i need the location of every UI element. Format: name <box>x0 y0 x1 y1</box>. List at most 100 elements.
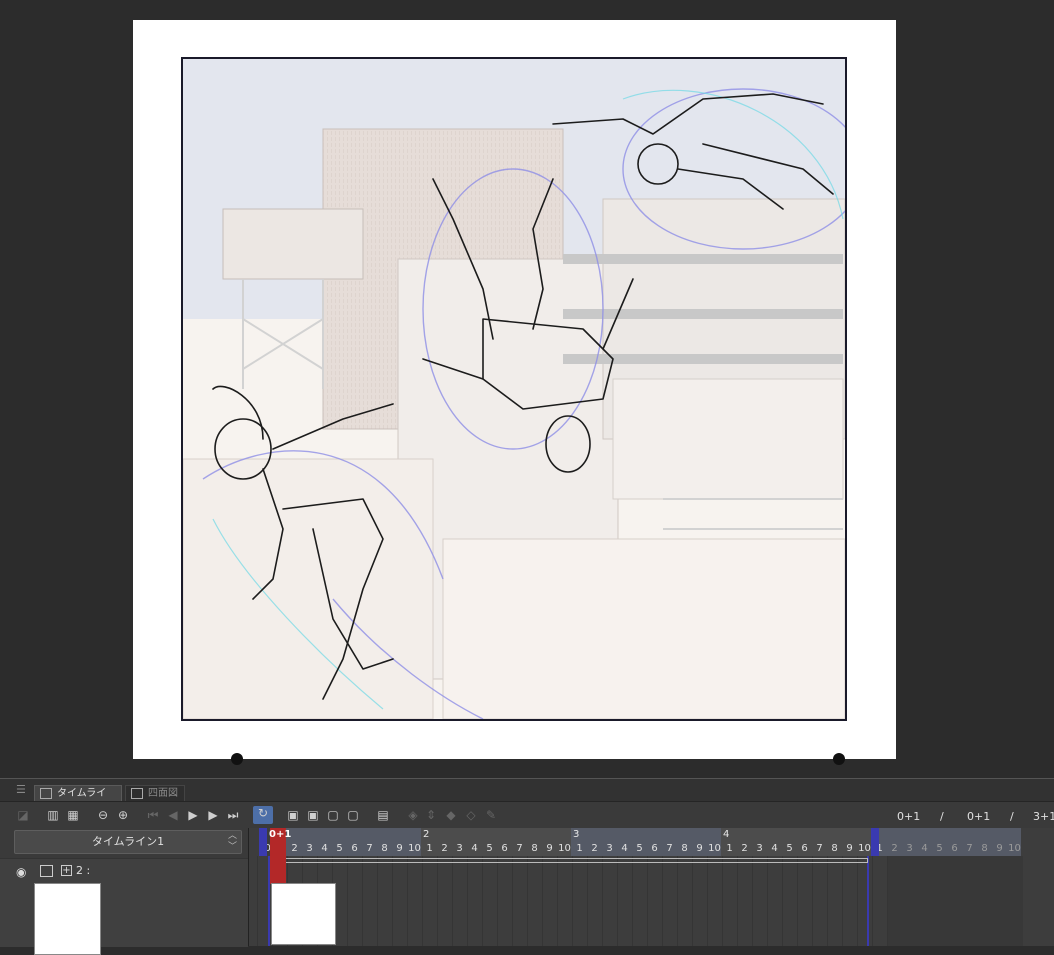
frame-number[interactable]: 9 <box>542 843 557 854</box>
frame-column[interactable] <box>467 856 483 946</box>
frame-number[interactable]: 6 <box>647 843 662 854</box>
frame-column[interactable] <box>677 856 693 946</box>
frame-number[interactable]: 4 <box>467 843 482 854</box>
eye-icon[interactable]: ◉ <box>16 865 26 879</box>
end-marker[interactable] <box>871 828 879 856</box>
frame-number[interactable]: 5 <box>332 843 347 854</box>
new-animation-folder-icon[interactable]: ▣ <box>286 808 300 822</box>
next-frame-icon[interactable]: ▶ <box>206 808 220 822</box>
frame-number[interactable]: 4 <box>617 843 632 854</box>
frame-number[interactable]: 1 <box>722 843 737 854</box>
frame-column[interactable] <box>827 856 843 946</box>
bleed-handle-left[interactable] <box>231 753 243 765</box>
timeline-settings-icon[interactable]: ▦ <box>66 808 80 822</box>
last-frame-icon[interactable]: ⏭ <box>226 808 240 822</box>
frame-column[interactable] <box>377 856 393 946</box>
frame-column[interactable] <box>497 856 513 946</box>
frame-number[interactable]: 4 <box>917 843 932 854</box>
zoom-in-icon[interactable]: ⊕ <box>116 808 130 822</box>
frame-number[interactable]: 3 <box>602 843 617 854</box>
frame-column[interactable] <box>452 856 468 946</box>
track-row[interactable]: ◉ + 2 : <box>0 858 248 955</box>
frame-column[interactable] <box>902 856 918 946</box>
frame-number[interactable]: 8 <box>977 843 992 854</box>
frame-number[interactable]: 8 <box>377 843 392 854</box>
keyframe-move-icon[interactable]: ⇕ <box>424 808 438 822</box>
frame-number[interactable]: 6 <box>497 843 512 854</box>
frame-column[interactable] <box>662 856 678 946</box>
frame-column[interactable] <box>1007 856 1023 946</box>
frame-number[interactable]: 4 <box>767 843 782 854</box>
panel-menu-icon[interactable]: ☰ <box>16 783 26 796</box>
loop-playback-icon[interactable]: ↻ <box>253 806 273 824</box>
specify-cel-icon[interactable]: ▢ <box>346 808 360 822</box>
first-frame-icon[interactable]: ⏮ <box>146 808 160 822</box>
frame-column[interactable] <box>932 856 948 946</box>
frame-column[interactable] <box>572 856 588 946</box>
frame-number[interactable]: 5 <box>782 843 797 854</box>
frame-number[interactable]: 5 <box>632 843 647 854</box>
frame-column[interactable] <box>392 856 408 946</box>
frame-number[interactable]: 2 <box>437 843 452 854</box>
comic-panel-artwork[interactable] <box>181 57 847 721</box>
frame-number[interactable]: 10 <box>707 843 722 854</box>
frame-ruler[interactable]: 1234510123456789101234567891012345678910… <box>249 828 1054 856</box>
frame-number[interactable]: 7 <box>962 843 977 854</box>
frame-column[interactable] <box>782 856 798 946</box>
frame-number[interactable]: 9 <box>692 843 707 854</box>
canvas-workspace[interactable] <box>0 0 1054 778</box>
frame-column[interactable] <box>737 856 753 946</box>
frame-column[interactable] <box>947 856 963 946</box>
frame-column[interactable] <box>917 856 933 946</box>
frame-number[interactable]: 3 <box>302 843 317 854</box>
frame-column[interactable] <box>992 856 1008 946</box>
frame-column[interactable] <box>482 856 498 946</box>
frame-number[interactable]: 7 <box>362 843 377 854</box>
frame-column[interactable] <box>887 856 903 946</box>
frame-grid[interactable]: 1234510123456789101234567891012345678910… <box>248 828 1054 946</box>
frame-column[interactable] <box>647 856 663 946</box>
frame-column[interactable] <box>872 856 888 946</box>
frame-column[interactable] <box>617 856 633 946</box>
timeline-select[interactable]: タイムライン1 ︿ ﹀ <box>14 830 242 854</box>
frame-number[interactable]: 7 <box>662 843 677 854</box>
frame-number[interactable]: 5 <box>932 843 947 854</box>
frame-column[interactable] <box>542 856 558 946</box>
frame-number[interactable]: 10 <box>407 843 422 854</box>
frame-column[interactable] <box>632 856 648 946</box>
play-icon[interactable]: ▶ <box>186 808 200 822</box>
new-timeline-icon[interactable]: ▥ <box>46 808 60 822</box>
frame-number[interactable]: 4 <box>317 843 332 854</box>
keyframe-icon[interactable]: ◈ <box>406 808 420 822</box>
frame-number[interactable]: 10 <box>557 843 572 854</box>
frame-number[interactable]: 5 <box>482 843 497 854</box>
frame-number[interactable]: 7 <box>812 843 827 854</box>
frame-column[interactable] <box>527 856 543 946</box>
frame-column[interactable] <box>722 856 738 946</box>
frame-number[interactable]: 9 <box>992 843 1007 854</box>
frame-column[interactable] <box>347 856 363 946</box>
prev-frame-icon[interactable]: ◀ <box>166 808 180 822</box>
frame-number[interactable]: 10 <box>857 843 872 854</box>
frame-column[interactable] <box>857 856 873 946</box>
frame-column[interactable] <box>602 856 618 946</box>
frame-column[interactable] <box>587 856 603 946</box>
frame-column[interactable] <box>692 856 708 946</box>
frame-number[interactable]: 1 <box>422 843 437 854</box>
expand-icon[interactable]: + <box>61 865 72 876</box>
zoom-out-icon[interactable]: ⊖ <box>96 808 110 822</box>
frame-number[interactable]: 3 <box>752 843 767 854</box>
frame-number[interactable]: 8 <box>527 843 542 854</box>
cel-thumbnail[interactable] <box>271 883 336 945</box>
frame-column[interactable] <box>797 856 813 946</box>
frame-column[interactable] <box>512 856 528 946</box>
frame-column[interactable] <box>812 856 828 946</box>
frame-column[interactable] <box>437 856 453 946</box>
frame-number[interactable]: 7 <box>512 843 527 854</box>
tab-four-view[interactable]: 四面図 <box>125 785 185 801</box>
frame-number[interactable]: 8 <box>677 843 692 854</box>
frame-column[interactable] <box>362 856 378 946</box>
bleed-handle-right[interactable] <box>833 753 845 765</box>
frame-column[interactable] <box>407 856 423 946</box>
interpolation-icon[interactable]: ◇ <box>464 808 478 822</box>
